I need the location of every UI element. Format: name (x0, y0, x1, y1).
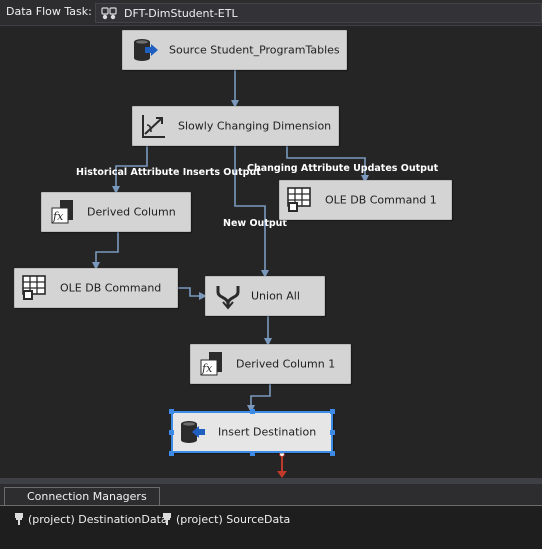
union-all-component[interactable]: Union All (205, 276, 325, 316)
database-source-icon (134, 39, 158, 61)
connection-managers-tab[interactable]: Connection Managers (4, 487, 160, 505)
derived-column-icon: fx (51, 200, 73, 224)
new-output-label[interactable]: New Output (223, 218, 287, 229)
connection-plug-icon (163, 513, 171, 525)
connection-manager-label: (project) SourceData (176, 513, 291, 526)
ole-db-command-1-label: OLE DB Command 1 (325, 193, 437, 207)
changing-output-label[interactable]: Changing Attribute Updates Output (247, 163, 438, 174)
connection-managers-panel: Connection Managers (project) Destinatio… (0, 484, 542, 549)
derived-column-1-component[interactable]: fx Derived Column 1 (190, 344, 351, 384)
slowly-changing-dimension-component[interactable]: Slowly Changing Dimension (132, 106, 339, 146)
resize-handle[interactable] (330, 451, 335, 456)
path-derived1-to-destination (247, 382, 271, 413)
derived-column-component[interactable]: fx Derived Column (41, 192, 191, 232)
resize-handle[interactable] (169, 409, 174, 414)
scd-component-label: Slowly Changing Dimension (178, 119, 332, 133)
source-component[interactable]: Source Student_ProgramTables (122, 30, 347, 70)
database-destination-icon (181, 421, 205, 443)
data-flow-task-selector[interactable]: DFT-DimStudent-ETL (95, 3, 542, 23)
union-all-label: Union All (251, 289, 300, 303)
ole-db-command-label: OLE DB Command (60, 281, 162, 295)
connection-manager-source[interactable]: (project) SourceData (162, 513, 290, 526)
path-oledb-to-union (178, 287, 207, 300)
connection-managers-list: (project) DestinationData (project) Sour… (0, 505, 542, 549)
connection-manager-label: (project) DestinationData (28, 513, 168, 526)
derived-column-icon: fx (200, 352, 222, 376)
data-flow-task-bar: Data Flow Task: DFT-DimStudent-ETL (0, 0, 542, 26)
connection-managers-tab-label: Connection Managers (27, 490, 147, 503)
ole-db-command-icon (22, 275, 46, 300)
path-derived-to-oledb (92, 232, 119, 270)
data-flow-task-value: DFT-DimStudent-ETL (124, 7, 238, 20)
slowly-changing-dimension-icon (142, 115, 165, 138)
resize-handle[interactable] (250, 451, 255, 456)
data-flow-task-label: Data Flow Task: (6, 5, 92, 18)
data-flow-design-surface[interactable]: Historical Attribute Inserts Output Chan… (0, 26, 542, 478)
derived-column-1-label: Derived Column 1 (236, 357, 336, 371)
error-output-path (277, 451, 287, 478)
resize-handle[interactable] (169, 430, 174, 435)
svg-text:fx: fx (201, 362, 213, 375)
derived-column-label: Derived Column (87, 205, 176, 219)
historical-output-label[interactable]: Historical Attribute Inserts Output (76, 167, 261, 178)
source-component-label: Source Student_ProgramTables (169, 43, 340, 57)
ole-db-command-icon (287, 187, 311, 212)
insert-destination-label: Insert Destination (218, 425, 317, 439)
ole-db-command-1-component[interactable]: OLE DB Command 1 (279, 180, 452, 220)
resize-handle[interactable] (330, 409, 335, 414)
connection-plug-icon (15, 513, 23, 525)
resize-handle[interactable] (330, 430, 335, 435)
insert-destination-component[interactable]: Insert Destination (171, 411, 333, 453)
resize-handle[interactable] (250, 409, 255, 414)
svg-text:fx: fx (52, 210, 64, 223)
data-flow-task-icon (101, 7, 117, 20)
resize-handle[interactable] (169, 451, 174, 456)
union-all-icon (216, 286, 240, 310)
ole-db-command-component[interactable]: OLE DB Command (14, 268, 178, 308)
connection-manager-destination[interactable]: (project) DestinationData (14, 513, 168, 526)
